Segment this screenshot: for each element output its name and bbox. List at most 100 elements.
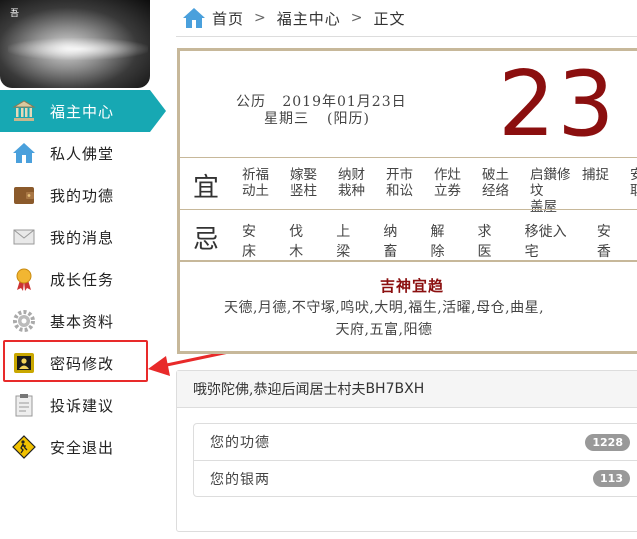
list-item-merit[interactable]: 您的功德 1228 [194,424,637,460]
annotation-highlight-box [3,340,148,382]
sidebar-item-label: 投诉建议 [50,396,115,415]
yi-activity: 作灶 [434,167,461,183]
clipboard-icon [15,394,33,417]
auspicious-gods-list: 天德,月德,不守塚,鸣吠,大明,福生,活曜,母仓,曲星, 天府,五富,阳德 [194,297,574,341]
welcome-greeting: 哦弥陀佛,恭迎后闻居士村夫 [193,382,366,398]
yi-activity-cell: 安葬取渔 [630,167,637,215]
yi-activity: 启鑚修坟 [530,167,571,199]
weekday-line: 星期三 (阳历) [264,108,370,128]
sidebar-item-label: 安全退出 [50,438,115,457]
home-icon[interactable] [182,7,206,29]
yi-activity-cell: 开市 和讼 [386,167,434,215]
yi-activity: 立券 [434,183,461,199]
sidebar-item-logout[interactable]: 安全退出 [0,426,167,468]
avatar-mark: 吾 [10,9,20,19]
ji-activity: 伐木 [289,224,304,260]
yi-activity: 经络 [482,183,509,199]
home-icon [13,143,35,163]
sidebar-nav: 福主中心 私人佛堂 我的功德 我的消息 成长任务 基本资料 密码修改 投诉建议 … [0,90,167,468]
yi-label: 宜 [193,173,220,203]
breadcrumb: 首页 > 福主中心 > 正文 [182,6,406,30]
avatar[interactable]: 吾 [0,0,150,88]
yi-activity: 动土 [242,183,269,199]
yi-activity-cell: 嫁娶 竖柱 [290,167,338,215]
yi-activity: 和讼 [386,183,413,199]
weekday: 星期三 [264,111,309,127]
merit-count-badge: 1228 [585,433,630,451]
sidebar-item-blessing-center[interactable]: 福主中心 [0,90,166,132]
yi-activity: 栽种 [338,183,365,199]
breadcrumb-divider [176,36,637,37]
ji-activity: 纳畜 [383,224,398,260]
list-item-silver[interactable]: 您的银两 113 [194,460,637,496]
bank-icon [12,100,36,121]
ji-activity: 上梁 [336,224,351,260]
breadcrumb-home-link[interactable]: 首页 [212,8,244,29]
medal-icon [16,268,32,291]
date-prefix: 公历 [236,94,266,110]
silver-count-badge: 113 [593,470,630,487]
yi-activity-cell: 破土 经络 [482,167,530,215]
avatar-mist [8,38,148,60]
ji-activity: 安床 [242,224,256,260]
yi-activities: 祈福动土嫁娶竖柱纳财栽种开市和讼作灶立券破土经络启鑚修坟盖屋捕捉安葬取渔 [242,167,637,215]
list-item-label: 您的银两 [210,471,270,488]
wallet-icon [14,187,34,204]
yi-activity-cell: 祈福 动土 [242,167,290,215]
ji-activity: 求医 [477,224,492,260]
envelope-icon [13,229,35,245]
yi-activity: 祈福 [242,167,269,183]
list-item-label: 您的功德 [210,435,270,451]
sidebar-item-label: 福主中心 [50,102,115,121]
auspicious-gods-title: 吉神宜趋 [379,277,444,295]
sidebar-item-feedback[interactable]: 投诉建议 [0,384,167,426]
gear-icon [13,310,35,332]
divider [180,260,637,262]
breadcrumb-current: 正文 [373,9,406,28]
calendar-date-section: 公历 2019年01月23日 星期三 (阳历) 23 [180,51,637,157]
ji-activities: 安床 伐木 上梁 纳畜 解除 求医 移徙入宅 安香 [242,221,637,261]
welcome-header: 哦弥陀佛,恭迎后闻居士村夫 BH7BXH [177,371,637,408]
gods-line: 天德,月德,不守塚,鸣吠,大明,福生,活曜,母仓,曲星, [223,300,545,316]
divider [180,157,637,158]
sidebar-item-growth-tasks[interactable]: 成长任务 [0,258,167,300]
sidebar-item-label: 我的消息 [50,228,115,247]
username: BH7BXH [365,381,425,397]
almanac-calendar: 公历 2019年01月23日 星期三 (阳历) 23 宜 祈福 动土 嫁娶 竖柱 纳财 栽种… [177,48,637,354]
yi-activity: 取渔 [630,183,637,199]
gods-line: 天府,五富,阳德 [335,322,433,338]
calendar-type: (阳历) [327,111,370,127]
ji-activity: 移徙入宅 [524,224,567,260]
sidebar-item-my-merit[interactable]: 我的功德 [0,174,167,216]
divider [180,209,637,210]
sidebar-item-my-messages[interactable]: 我的消息 [0,216,167,258]
exit-sign-icon [12,435,36,459]
yi-activity: 嫁娶 [290,167,317,183]
ji-label: 忌 [193,225,220,255]
sidebar-item-label: 基本资料 [50,312,115,331]
yi-activity-cell: 作灶 立券 [434,167,482,215]
yi-activity: 纳财 [338,167,365,183]
day-number: 23 [498,52,617,157]
breadcrumb-separator: > [254,10,267,26]
yi-activity: 捕捉 [582,167,609,183]
sidebar-item-label: 私人佛堂 [50,144,115,163]
yi-activity-cell: 捕捉 [582,167,630,215]
sidebar-item-label: 成长任务 [50,270,115,289]
yi-activity: 安葬 [630,167,637,183]
ji-activity: 安香 [596,224,611,260]
sidebar-item-private-shrine[interactable]: 私人佛堂 [0,132,167,174]
sidebar-item-basic-info[interactable]: 基本资料 [0,300,167,342]
breadcrumb-section-link[interactable]: 福主中心 [277,8,341,29]
yi-activity-cell: 纳财 栽种 [338,167,386,215]
breadcrumb-separator: > [350,10,364,26]
welcome-panel: 哦弥陀佛,恭迎后闻居士村夫 BH7BXH 您的功德 1228 您的银两 113 [176,370,637,532]
sidebar-item-label: 我的功德 [50,186,115,205]
ji-activity: 解除 [430,224,445,260]
yi-activity: 竖柱 [290,183,317,199]
stats-list: 您的功德 1228 您的银两 113 [193,423,637,497]
yi-activity: 破土 [482,167,509,183]
yi-activity: 开市 [386,167,413,183]
yi-activity-cell: 启鑚修坟 盖屋 [530,167,582,215]
yi-activity: 盖屋 [530,199,557,215]
